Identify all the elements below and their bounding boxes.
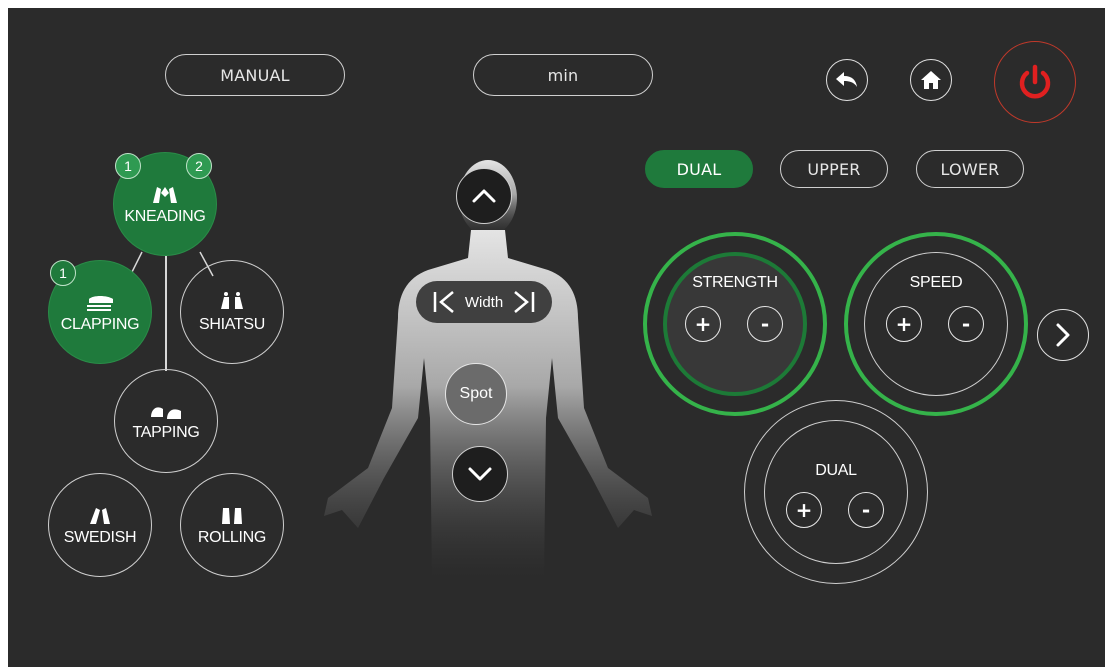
tab-lower[interactable]: LOWER <box>916 150 1024 188</box>
dual-minus-button[interactable]: - <box>848 492 884 528</box>
speed-control: SPEED + - <box>844 232 1028 416</box>
technique-shiatsu[interactable]: SHIATSU <box>180 260 284 364</box>
spot-button[interactable]: Spot <box>445 363 507 425</box>
rolling-hands-icon <box>222 507 242 524</box>
tab-dual[interactable]: DUAL <box>645 150 753 188</box>
technique-tapping[interactable]: TAPPING <box>114 369 218 473</box>
time-button[interactable]: min <box>473 54 653 96</box>
tab-upper[interactable]: UPPER <box>780 150 888 188</box>
power-icon <box>1019 64 1051 99</box>
strength-control: STRENGTH + - <box>643 232 827 416</box>
dual-plus-button[interactable]: + <box>786 492 822 528</box>
kneading-badge-2: 2 <box>186 153 212 179</box>
strength-label: STRENGTH <box>692 274 778 291</box>
technique-label: CLAPPING <box>60 315 140 333</box>
clapping-badge-1: 1 <box>50 260 76 286</box>
strength-plus-button[interactable]: + <box>685 306 721 342</box>
kneading-badge-1: 1 <box>115 153 141 179</box>
chevron-up-icon <box>472 189 496 203</box>
home-button[interactable] <box>910 59 952 101</box>
width-label: Width <box>464 293 504 311</box>
clapping-hand-icon <box>87 295 113 311</box>
technique-rolling[interactable]: ROLLING <box>180 473 284 577</box>
strength-minus-button[interactable]: - <box>747 306 783 342</box>
power-button[interactable] <box>994 41 1076 123</box>
width-control[interactable]: Width <box>416 281 552 323</box>
dual-inner-ring <box>764 420 908 564</box>
tapping-hands-icon <box>151 406 181 419</box>
technique-label: KNEADING <box>124 207 206 225</box>
move-down-button[interactable] <box>452 446 508 502</box>
swedish-hand-icon <box>90 507 110 524</box>
mode-button[interactable]: MANUAL <box>165 54 345 96</box>
dual-control: DUAL + - <box>744 400 928 584</box>
chevron-down-icon <box>468 467 492 481</box>
home-icon <box>921 71 941 89</box>
kneading-hands-icon <box>153 186 177 203</box>
technique-label: SWEDISH <box>63 528 137 546</box>
massage-chair-screen: MANUAL min KNEADING 1 2 CLAPPING 1 SHIAT… <box>8 8 1105 667</box>
speed-plus-button[interactable]: + <box>886 306 922 342</box>
technique-label: ROLLING <box>197 528 267 546</box>
spot-label: Spot <box>459 385 493 402</box>
undo-arrow-icon <box>836 72 857 87</box>
shiatsu-hands-icon <box>221 291 243 309</box>
technique-label: TAPPING <box>132 423 200 441</box>
dual-label: DUAL <box>815 462 857 479</box>
width-wide-icon <box>514 291 535 313</box>
speed-label: SPEED <box>909 274 963 291</box>
width-narrow-icon <box>433 291 454 313</box>
move-up-button[interactable] <box>456 168 512 224</box>
technique-swedish[interactable]: SWEDISH <box>48 473 152 577</box>
chevron-right-icon <box>1056 323 1070 347</box>
back-button[interactable] <box>826 59 868 101</box>
next-button[interactable] <box>1037 309 1089 361</box>
speed-minus-button[interactable]: - <box>948 306 984 342</box>
technique-label: SHIATSU <box>198 315 266 333</box>
